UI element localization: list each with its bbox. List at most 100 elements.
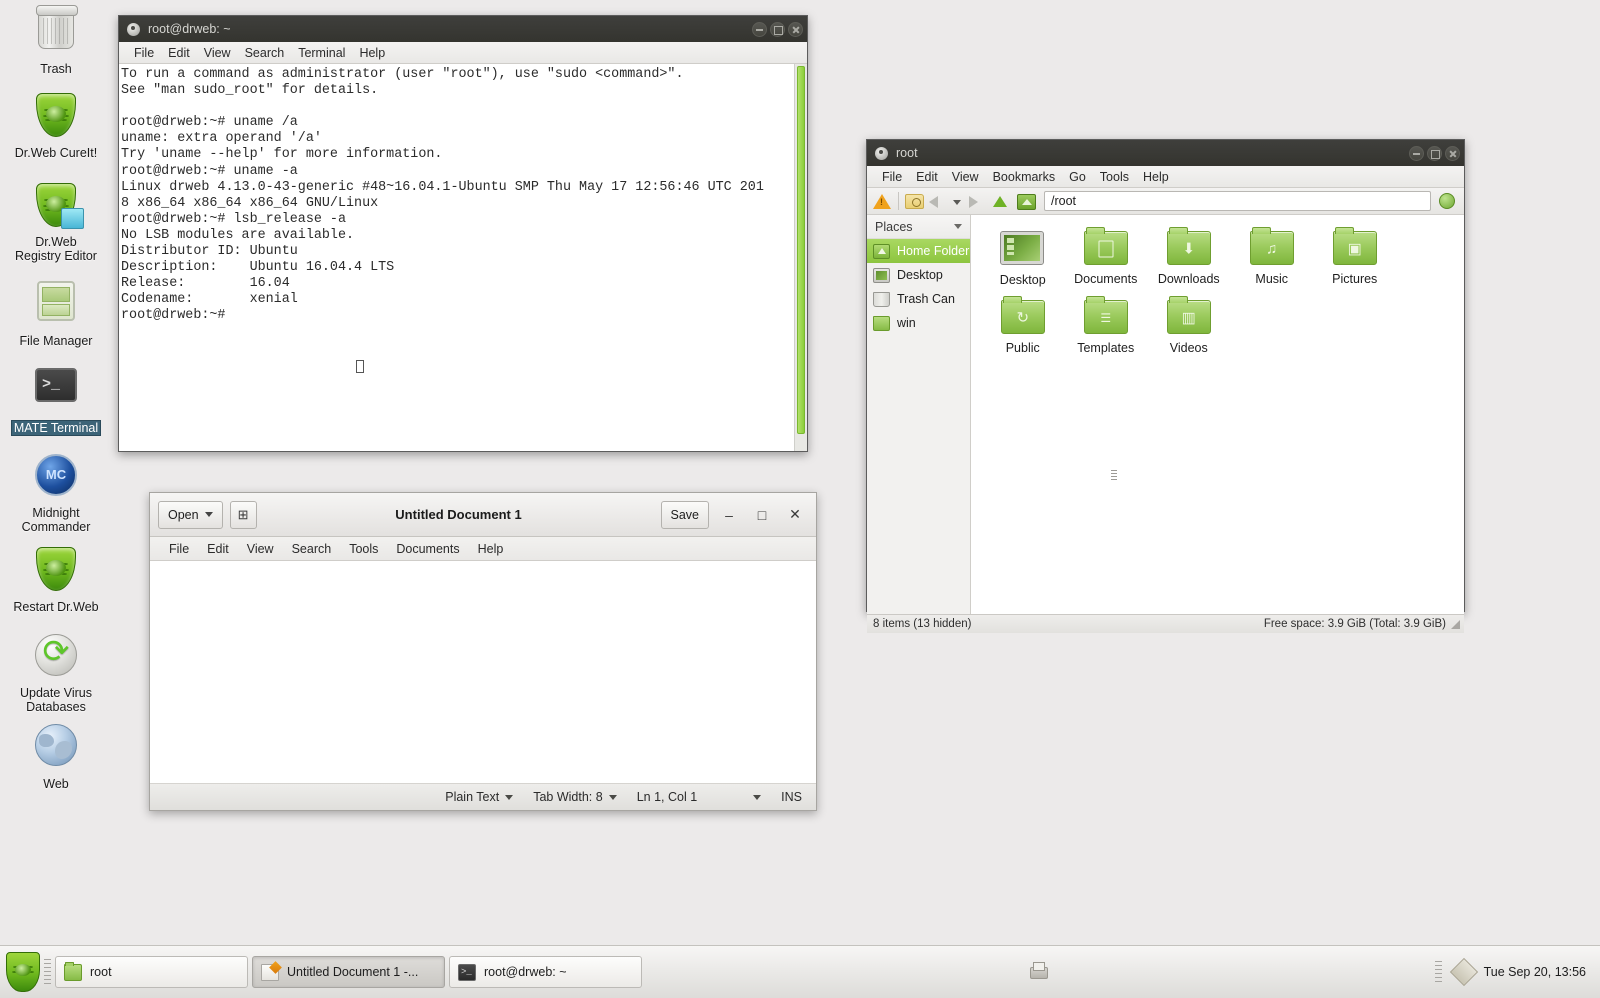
menu-item-edit[interactable]: Edit bbox=[198, 539, 238, 559]
terminal-titlebar[interactable]: root@drweb: ~ bbox=[119, 16, 807, 42]
resize-grip-icon[interactable] bbox=[1451, 619, 1460, 629]
cursor-position-selector[interactable]: Ln 1, Col 1 bbox=[637, 790, 762, 804]
file-item-music[interactable]: ♫ Music bbox=[1230, 227, 1313, 287]
file-manager-sidebar[interactable]: Places Home Folder Desktop Trash Can win bbox=[867, 215, 972, 614]
desktop-icon-file-manager[interactable]: File Manager bbox=[3, 278, 109, 350]
sidebar-splitter-handle[interactable] bbox=[1111, 470, 1118, 482]
menu-item-tools[interactable]: Tools bbox=[1093, 168, 1136, 186]
taskbar[interactable]: root Untitled Document 1 -... >_ root@dr… bbox=[0, 945, 1600, 998]
menu-item-edit[interactable]: Edit bbox=[161, 44, 197, 62]
file-manager-content[interactable]: Desktop Documents ⬇ Downloads ♫ Music ▣ … bbox=[971, 215, 1464, 614]
taskbar-grip-handle[interactable] bbox=[44, 959, 51, 985]
clock[interactable]: Tue Sep 20, 13:56 bbox=[1484, 965, 1586, 979]
sidebar-item-trash-can[interactable]: Trash Can bbox=[867, 287, 970, 311]
close-button[interactable]: ✕ bbox=[782, 502, 808, 528]
taskbar-tray[interactable]: Tue Sep 20, 13:56 bbox=[1434, 960, 1594, 984]
up-icon[interactable] bbox=[993, 191, 1013, 211]
menu-item-view[interactable]: View bbox=[945, 168, 986, 186]
menu-item-documents[interactable]: Documents bbox=[387, 539, 468, 559]
file-item-public[interactable]: ↻ Public bbox=[981, 296, 1064, 355]
file-item-videos[interactable]: ▥ Videos bbox=[1147, 296, 1230, 355]
sidebar-header[interactable]: Places bbox=[867, 215, 971, 239]
task-button-root[interactable]: root bbox=[55, 956, 248, 988]
file-item-downloads[interactable]: ⬇ Downloads bbox=[1147, 227, 1230, 287]
sidebar-item-desktop[interactable]: Desktop bbox=[867, 263, 970, 287]
menu-item-help[interactable]: Help bbox=[352, 44, 392, 62]
desktop-icon-web[interactable]: Web bbox=[3, 722, 109, 793]
file-manager-window-controls[interactable] bbox=[1409, 145, 1460, 161]
text-editor-window[interactable]: Open ⊞ Untitled Document 1 Save – □ ✕ Fi… bbox=[149, 492, 817, 811]
task-button-untitled-document[interactable]: Untitled Document 1 -... bbox=[252, 956, 445, 988]
desktop-icon-trash[interactable]: Trash bbox=[3, 5, 109, 78]
menu-item-file[interactable]: File bbox=[875, 168, 909, 186]
history-dropdown-icon[interactable] bbox=[953, 191, 965, 211]
editor-statusbar[interactable]: Plain Text Tab Width: 8 Ln 1, Col 1 INS bbox=[150, 784, 816, 810]
editor-menubar[interactable]: File Edit View Search Tools Documents He… bbox=[150, 537, 816, 561]
main-menu-button[interactable] bbox=[6, 952, 40, 992]
maximize-button[interactable] bbox=[1427, 145, 1442, 161]
file-item-templates[interactable]: ☰ Templates bbox=[1064, 296, 1147, 355]
tab-width-selector[interactable]: Tab Width: 8 bbox=[533, 790, 617, 804]
printer-icon[interactable] bbox=[1028, 961, 1049, 983]
desktop[interactable]: Trash Dr.Web CureIt! Dr.Web Registry Edi… bbox=[0, 0, 1600, 945]
minimize-button[interactable] bbox=[752, 21, 767, 37]
editor-header-bar[interactable]: Open ⊞ Untitled Document 1 Save – □ ✕ bbox=[150, 493, 816, 537]
forward-icon[interactable] bbox=[969, 191, 989, 211]
home-icon[interactable] bbox=[1017, 191, 1037, 211]
editor-text-area[interactable] bbox=[150, 561, 816, 784]
desktop-icon-update-virus-databases[interactable]: Update Virus Databases bbox=[3, 632, 109, 716]
back-icon[interactable] bbox=[929, 191, 949, 211]
new-document-button[interactable]: ⊞ bbox=[229, 500, 257, 529]
open-button[interactable]: Open bbox=[158, 500, 223, 529]
menu-item-help[interactable]: Help bbox=[469, 539, 513, 559]
file-item-pictures[interactable]: ▣ Pictures bbox=[1313, 227, 1396, 287]
file-item-documents[interactable]: Documents bbox=[1064, 227, 1147, 287]
file-manager-menubar[interactable]: File Edit View Bookmarks Go Tools Help bbox=[867, 166, 1464, 188]
sidebar-item-win[interactable]: win bbox=[867, 311, 970, 335]
chevron-down-icon[interactable] bbox=[954, 224, 963, 229]
menu-item-view[interactable]: View bbox=[197, 44, 238, 62]
terminal-menubar[interactable]: File Edit View Search Terminal Help bbox=[119, 42, 807, 64]
file-manager-toolbar[interactable]: /root bbox=[867, 188, 1464, 215]
desktop-icon-drweb-cureit[interactable]: Dr.Web CureIt! bbox=[3, 92, 109, 162]
warning-icon[interactable] bbox=[872, 191, 892, 211]
menu-item-search[interactable]: Search bbox=[238, 44, 292, 62]
desktop-icon-midnight-commander[interactable]: MC Midnight Commander bbox=[3, 452, 109, 536]
menu-item-view[interactable]: View bbox=[238, 539, 283, 559]
desktop-icon-drweb-registry-editor[interactable]: Dr.Web Registry Editor bbox=[3, 182, 109, 265]
path-input[interactable]: /root bbox=[1044, 191, 1431, 211]
terminal-body[interactable]: To run a command as administrator (user … bbox=[119, 64, 807, 451]
close-button[interactable] bbox=[1445, 145, 1460, 161]
menu-item-terminal[interactable]: Terminal bbox=[291, 44, 352, 62]
language-selector[interactable]: Plain Text bbox=[445, 790, 514, 804]
scrollbar-thumb[interactable] bbox=[797, 66, 805, 434]
search-folder-icon[interactable] bbox=[905, 191, 925, 211]
workspace-switcher-icon[interactable] bbox=[1450, 960, 1476, 984]
tray-grip-handle[interactable] bbox=[1434, 961, 1442, 983]
menu-item-go[interactable]: Go bbox=[1062, 168, 1093, 186]
sidebar-item-home-folder[interactable]: Home Folder bbox=[867, 239, 971, 263]
menu-item-search[interactable]: Search bbox=[283, 539, 341, 559]
menu-item-file[interactable]: File bbox=[127, 44, 161, 62]
maximize-button[interactable] bbox=[770, 21, 785, 37]
menu-item-bookmarks[interactable]: Bookmarks bbox=[986, 168, 1063, 186]
terminal-window-controls[interactable] bbox=[752, 21, 803, 37]
save-button[interactable]: Save bbox=[660, 500, 709, 529]
minimize-button[interactable] bbox=[1409, 145, 1424, 161]
refresh-icon[interactable] bbox=[1439, 191, 1459, 211]
close-button[interactable] bbox=[788, 21, 803, 37]
menu-item-tools[interactable]: Tools bbox=[340, 539, 387, 559]
terminal-scrollbar[interactable] bbox=[794, 64, 807, 451]
desktop-icon-mate-terminal[interactable]: >_ MATE Terminal bbox=[3, 362, 109, 437]
terminal-window[interactable]: root@drweb: ~ File Edit View Search Term… bbox=[118, 15, 808, 452]
file-item-desktop[interactable]: Desktop bbox=[981, 227, 1064, 287]
menu-item-file[interactable]: File bbox=[160, 539, 198, 559]
insert-mode-indicator[interactable]: INS bbox=[781, 790, 802, 804]
file-manager-titlebar[interactable]: root bbox=[867, 140, 1464, 166]
minimize-button[interactable]: – bbox=[716, 502, 742, 528]
menu-item-edit[interactable]: Edit bbox=[909, 168, 945, 186]
menu-item-help[interactable]: Help bbox=[1136, 168, 1176, 186]
task-button-terminal[interactable]: >_ root@drweb: ~ bbox=[449, 956, 642, 988]
maximize-button[interactable]: □ bbox=[749, 502, 775, 528]
desktop-icon-restart-drweb[interactable]: Restart Dr.Web bbox=[3, 546, 109, 616]
